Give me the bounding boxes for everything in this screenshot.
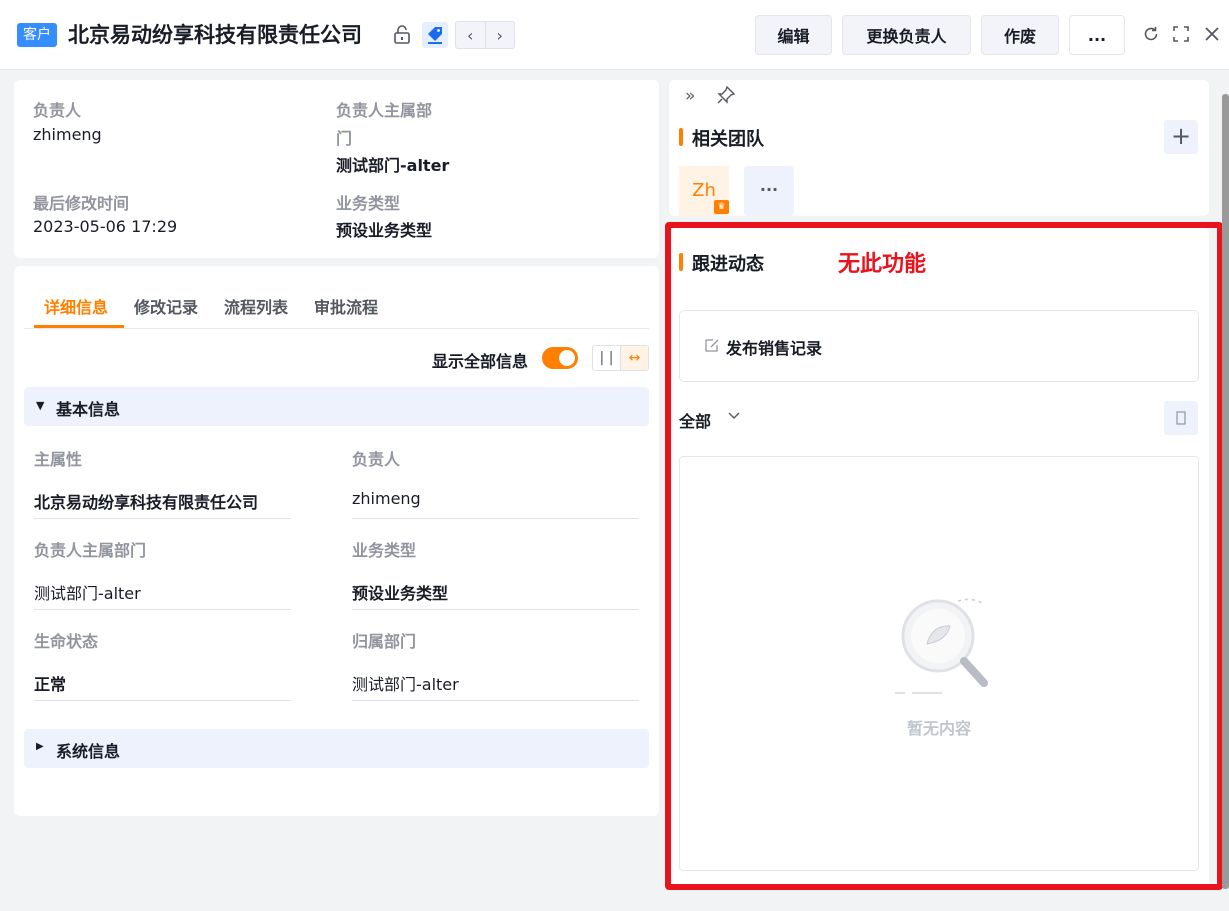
- field-value: 测试部门-alter: [352, 675, 459, 694]
- field-label: 负责人主属部门: [34, 541, 147, 560]
- summary-card: 负责人 zhimeng 负责人主属部 门 测试部门-alter 最后修改时间 2…: [14, 80, 659, 258]
- refresh-icon[interactable]: [1141, 24, 1161, 44]
- fullscreen-icon[interactable]: [1171, 24, 1191, 44]
- void-button[interactable]: 作废: [981, 15, 1059, 55]
- dept-label: 负责人主属部: [336, 101, 433, 120]
- show-all-label: 显示全部信息: [432, 352, 529, 371]
- basic-info-title: 基本信息: [56, 400, 121, 419]
- show-all-toggle[interactable]: [542, 347, 578, 369]
- team-card: » 相关团队 + Zh ♛ ···: [669, 80, 1209, 216]
- caret-right-icon: ▶: [36, 741, 44, 752]
- dept-value: 测试部门-alter: [336, 156, 450, 175]
- field-label: 负责人: [352, 450, 401, 469]
- tab-detail[interactable]: 详细信息: [44, 294, 108, 318]
- field-divider: [34, 518, 291, 519]
- field-value: 北京易动纷享科技有限责任公司: [34, 493, 259, 512]
- active-tab-underline: [34, 325, 124, 328]
- field-label: 主属性: [34, 450, 83, 469]
- modified-value: 2023-05-06 17:29: [33, 217, 178, 236]
- owner-label: 负责人: [33, 101, 82, 120]
- lock-icon[interactable]: [393, 25, 411, 45]
- field-divider: [352, 609, 639, 610]
- object-type-tag: 客户: [17, 23, 57, 47]
- collapse-panel-icon[interactable]: »: [685, 86, 695, 106]
- columns-icon[interactable]: | |: [593, 346, 620, 370]
- edit-button[interactable]: 编辑: [755, 15, 832, 55]
- chevron-right-icon[interactable]: ›: [486, 22, 515, 48]
- field-divider: [34, 609, 291, 610]
- system-info-title: 系统信息: [56, 742, 121, 761]
- team-title: 相关团队: [692, 129, 764, 150]
- layout-switch: | | ↔: [592, 345, 649, 371]
- field-divider: [352, 700, 639, 701]
- field-divider: [34, 700, 291, 701]
- record-nav: ‹ ›: [455, 21, 515, 49]
- biz-type-value: 预设业务类型: [336, 221, 433, 240]
- add-member-icon[interactable]: +: [1164, 120, 1198, 154]
- tag-icon[interactable]: [422, 22, 448, 48]
- tab-flows[interactable]: 流程列表: [224, 294, 288, 318]
- crown-icon: ♛: [714, 200, 729, 214]
- page-title: 北京易动纷享科技有限责任公司: [68, 23, 362, 47]
- field-value: zhimeng: [352, 489, 421, 508]
- more-button[interactable]: ...: [1069, 15, 1125, 55]
- chevron-left-icon[interactable]: ‹: [456, 22, 486, 48]
- change-owner-button[interactable]: 更换负责人: [842, 15, 971, 55]
- more-members-button[interactable]: ···: [744, 166, 794, 216]
- field-label: 归属部门: [352, 632, 417, 651]
- caret-down-icon: ▼: [36, 399, 45, 412]
- tab-history[interactable]: 修改记录: [134, 294, 198, 318]
- scrollbar[interactable]: [1222, 94, 1229, 889]
- close-icon[interactable]: [1202, 24, 1222, 44]
- annotation-frame: [665, 222, 1223, 890]
- owner-value: zhimeng: [33, 125, 102, 144]
- system-info-section[interactable]: ▶ 系统信息: [24, 729, 649, 768]
- field-label: 业务类型: [352, 541, 417, 560]
- field-value: 测试部门-alter: [34, 584, 141, 603]
- field-value: 预设业务类型: [352, 584, 449, 603]
- detail-tabs: 详细信息 修改记录 流程列表 审批流程: [24, 286, 649, 329]
- field-label: 生命状态: [34, 632, 99, 651]
- expand-width-icon[interactable]: ↔: [620, 346, 648, 370]
- field-value: 正常: [34, 675, 67, 694]
- field-divider: [352, 518, 639, 519]
- detail-header: 客户 北京易动纷享科技有限责任公司 ‹ › 编辑 更换负责人 作废 ...: [0, 0, 1229, 70]
- basic-info-section[interactable]: ▼ 基本信息: [24, 387, 649, 426]
- modified-label: 最后修改时间: [33, 194, 130, 213]
- dept-label-wrap: 门: [336, 129, 353, 148]
- pin-icon[interactable]: [716, 85, 736, 109]
- biz-type-label: 业务类型: [336, 194, 401, 213]
- section-marker: [679, 128, 683, 146]
- tab-approval[interactable]: 审批流程: [314, 294, 378, 318]
